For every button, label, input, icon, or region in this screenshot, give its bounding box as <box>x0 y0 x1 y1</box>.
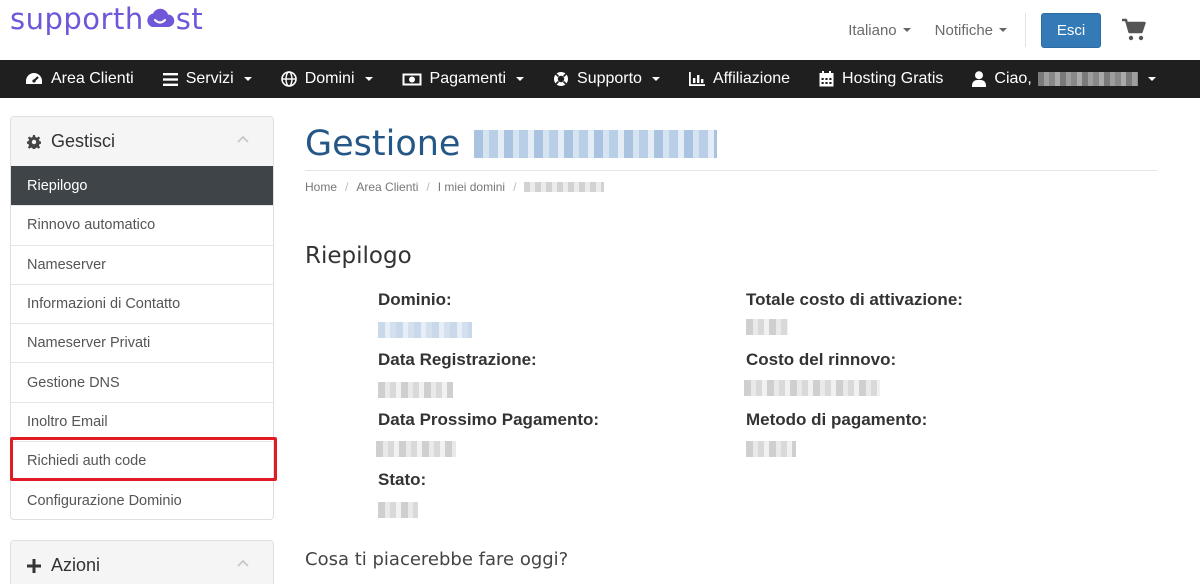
title-divider <box>305 170 1157 171</box>
field-label-stato: Stato: <box>378 470 427 489</box>
chevron-up-icon[interactable] <box>237 559 249 567</box>
nav-servizi[interactable]: Servizi <box>162 70 252 88</box>
caret-down-icon <box>1147 77 1156 81</box>
calendar-icon <box>819 71 834 87</box>
cloud-logo-icon <box>147 8 174 27</box>
redacted-breadcrumb-domain <box>524 182 605 192</box>
nav-domini[interactable]: Domini <box>280 70 373 88</box>
redacted-domain-name <box>474 130 718 158</box>
nav-user-menu[interactable]: Ciao, <box>972 70 1156 88</box>
field-label-costo-rinnovo: Costo del rinnovo: <box>746 350 897 369</box>
sidebar-item-richiedi-auth-code[interactable]: Richiedi auth code <box>11 441 273 480</box>
list-icon <box>162 72 178 86</box>
redacted-value <box>744 380 880 396</box>
plus-icon <box>27 558 41 573</box>
header-divider <box>1025 13 1026 47</box>
sidebar-item-riepilogo[interactable]: Riepilogo <box>11 166 273 206</box>
user-icon <box>972 71 987 87</box>
main-navbar: Area Clienti Servizi Domini Pagamenti Su… <box>0 60 1200 98</box>
nav-label: Pagamenti <box>429 70 507 87</box>
breadcrumb-area-clienti[interactable]: Area Clienti <box>356 180 418 194</box>
money-icon <box>402 73 422 85</box>
sidebar-item-inoltro-email[interactable]: Inoltro Email <box>11 401 273 441</box>
breadcrumb: Home / Area Clienti / I miei domini / <box>305 180 605 194</box>
redacted-value <box>378 502 418 518</box>
actions-question: Cosa ti piacerebbe fare oggi? <box>305 549 569 570</box>
gear-icon <box>27 134 41 149</box>
manage-panel-header[interactable]: Gestisci <box>11 117 273 166</box>
field-label-metodo-pagamento: Metodo di pagamento: <box>746 410 928 429</box>
sidebar-item-informazioni-contatto[interactable]: Informazioni di Contatto <box>11 283 273 323</box>
user-greeting: Ciao, <box>994 70 1032 87</box>
field-label-totale-costo-attivazione: Totale costo di attivazione: <box>746 290 963 309</box>
caret-down-icon <box>364 77 373 81</box>
top-links: Italiano Notifiche Esci <box>848 0 1200 60</box>
caret-down-icon <box>651 77 660 81</box>
caret-down-icon <box>516 77 525 81</box>
actions-panel: Azioni <box>10 540 274 584</box>
manage-panel-title: Gestisci <box>51 131 116 151</box>
nav-label: Servizi <box>185 70 234 87</box>
cart-icon[interactable] <box>1121 18 1147 42</box>
logo-text-left: supporth <box>10 2 144 36</box>
manage-panel: Gestisci Riepilogo Rinnovo automatico Na… <box>10 116 274 520</box>
dashboard-icon <box>26 73 42 84</box>
notifications-label: Notifiche <box>934 21 993 39</box>
field-label-data-prossimo-pagamento: Data Prossimo Pagamento: <box>378 410 600 429</box>
redacted-value <box>746 319 788 335</box>
page-title: Gestione <box>305 124 718 164</box>
field-label-data-registrazione: Data Registrazione: <box>378 350 537 369</box>
actions-panel-title: Azioni <box>51 555 101 575</box>
logout-button[interactable]: Esci <box>1041 12 1101 48</box>
redacted-value <box>378 382 453 398</box>
caret-down-icon <box>243 77 252 81</box>
language-dropdown[interactable]: Italiano <box>848 21 911 39</box>
nav-affiliazione[interactable]: Affiliazione <box>688 70 791 88</box>
breadcrumb-separator: / <box>513 180 517 194</box>
nav-label: Area Clienti <box>51 70 134 87</box>
breadcrumb-miei-domini[interactable]: I miei domini <box>438 180 505 194</box>
nav-label: Hosting Gratis <box>842 70 944 87</box>
top-header: supporth st Italiano Notifiche Esci <box>0 0 1200 60</box>
sidebar-item-gestione-dns[interactable]: Gestione DNS <box>11 362 273 401</box>
page-title-text: Gestione <box>305 124 461 164</box>
redacted-username <box>1037 72 1138 86</box>
bar-chart-icon <box>688 72 705 86</box>
sidebar-item-nameserver-privati[interactable]: Nameserver Privati <box>11 323 273 362</box>
language-label: Italiano <box>848 21 897 39</box>
nav-hosting-gratis[interactable]: Hosting Gratis <box>819 70 943 88</box>
nav-area-clienti[interactable]: Area Clienti <box>25 70 134 88</box>
breadcrumb-separator: / <box>345 180 349 194</box>
sidebar-item-rinnovo-automatico[interactable]: Rinnovo automatico <box>11 205 273 244</box>
sidebar-item-nameserver[interactable]: Nameserver <box>11 244 273 284</box>
nav-label: Affiliazione <box>712 70 791 87</box>
logo-text-right: st <box>175 2 204 36</box>
chevron-up-icon[interactable] <box>237 135 249 143</box>
caret-down-icon <box>902 28 911 32</box>
nav-label: Domini <box>304 70 355 87</box>
redacted-value <box>378 322 472 338</box>
breadcrumb-separator: / <box>426 180 430 194</box>
globe-icon <box>280 71 297 87</box>
breadcrumb-home[interactable]: Home <box>305 180 337 194</box>
nav-supporto[interactable]: Supporto <box>553 70 660 88</box>
lifebuoy-icon <box>554 72 569 86</box>
caret-down-icon <box>999 28 1007 32</box>
brand-logo[interactable]: supporth st <box>10 2 203 36</box>
actions-panel-header[interactable]: Azioni <box>11 541 273 584</box>
redacted-value <box>746 441 796 457</box>
field-label-dominio: Dominio: <box>378 290 452 309</box>
section-title: Riepilogo <box>305 243 412 269</box>
sidebar-item-configurazione-dominio[interactable]: Configurazione Dominio <box>11 480 273 519</box>
nav-label: Supporto <box>577 70 642 87</box>
nav-pagamenti[interactable]: Pagamenti <box>402 70 525 88</box>
notifications-dropdown[interactable]: Notifiche <box>935 22 1007 39</box>
redacted-value <box>376 441 456 457</box>
